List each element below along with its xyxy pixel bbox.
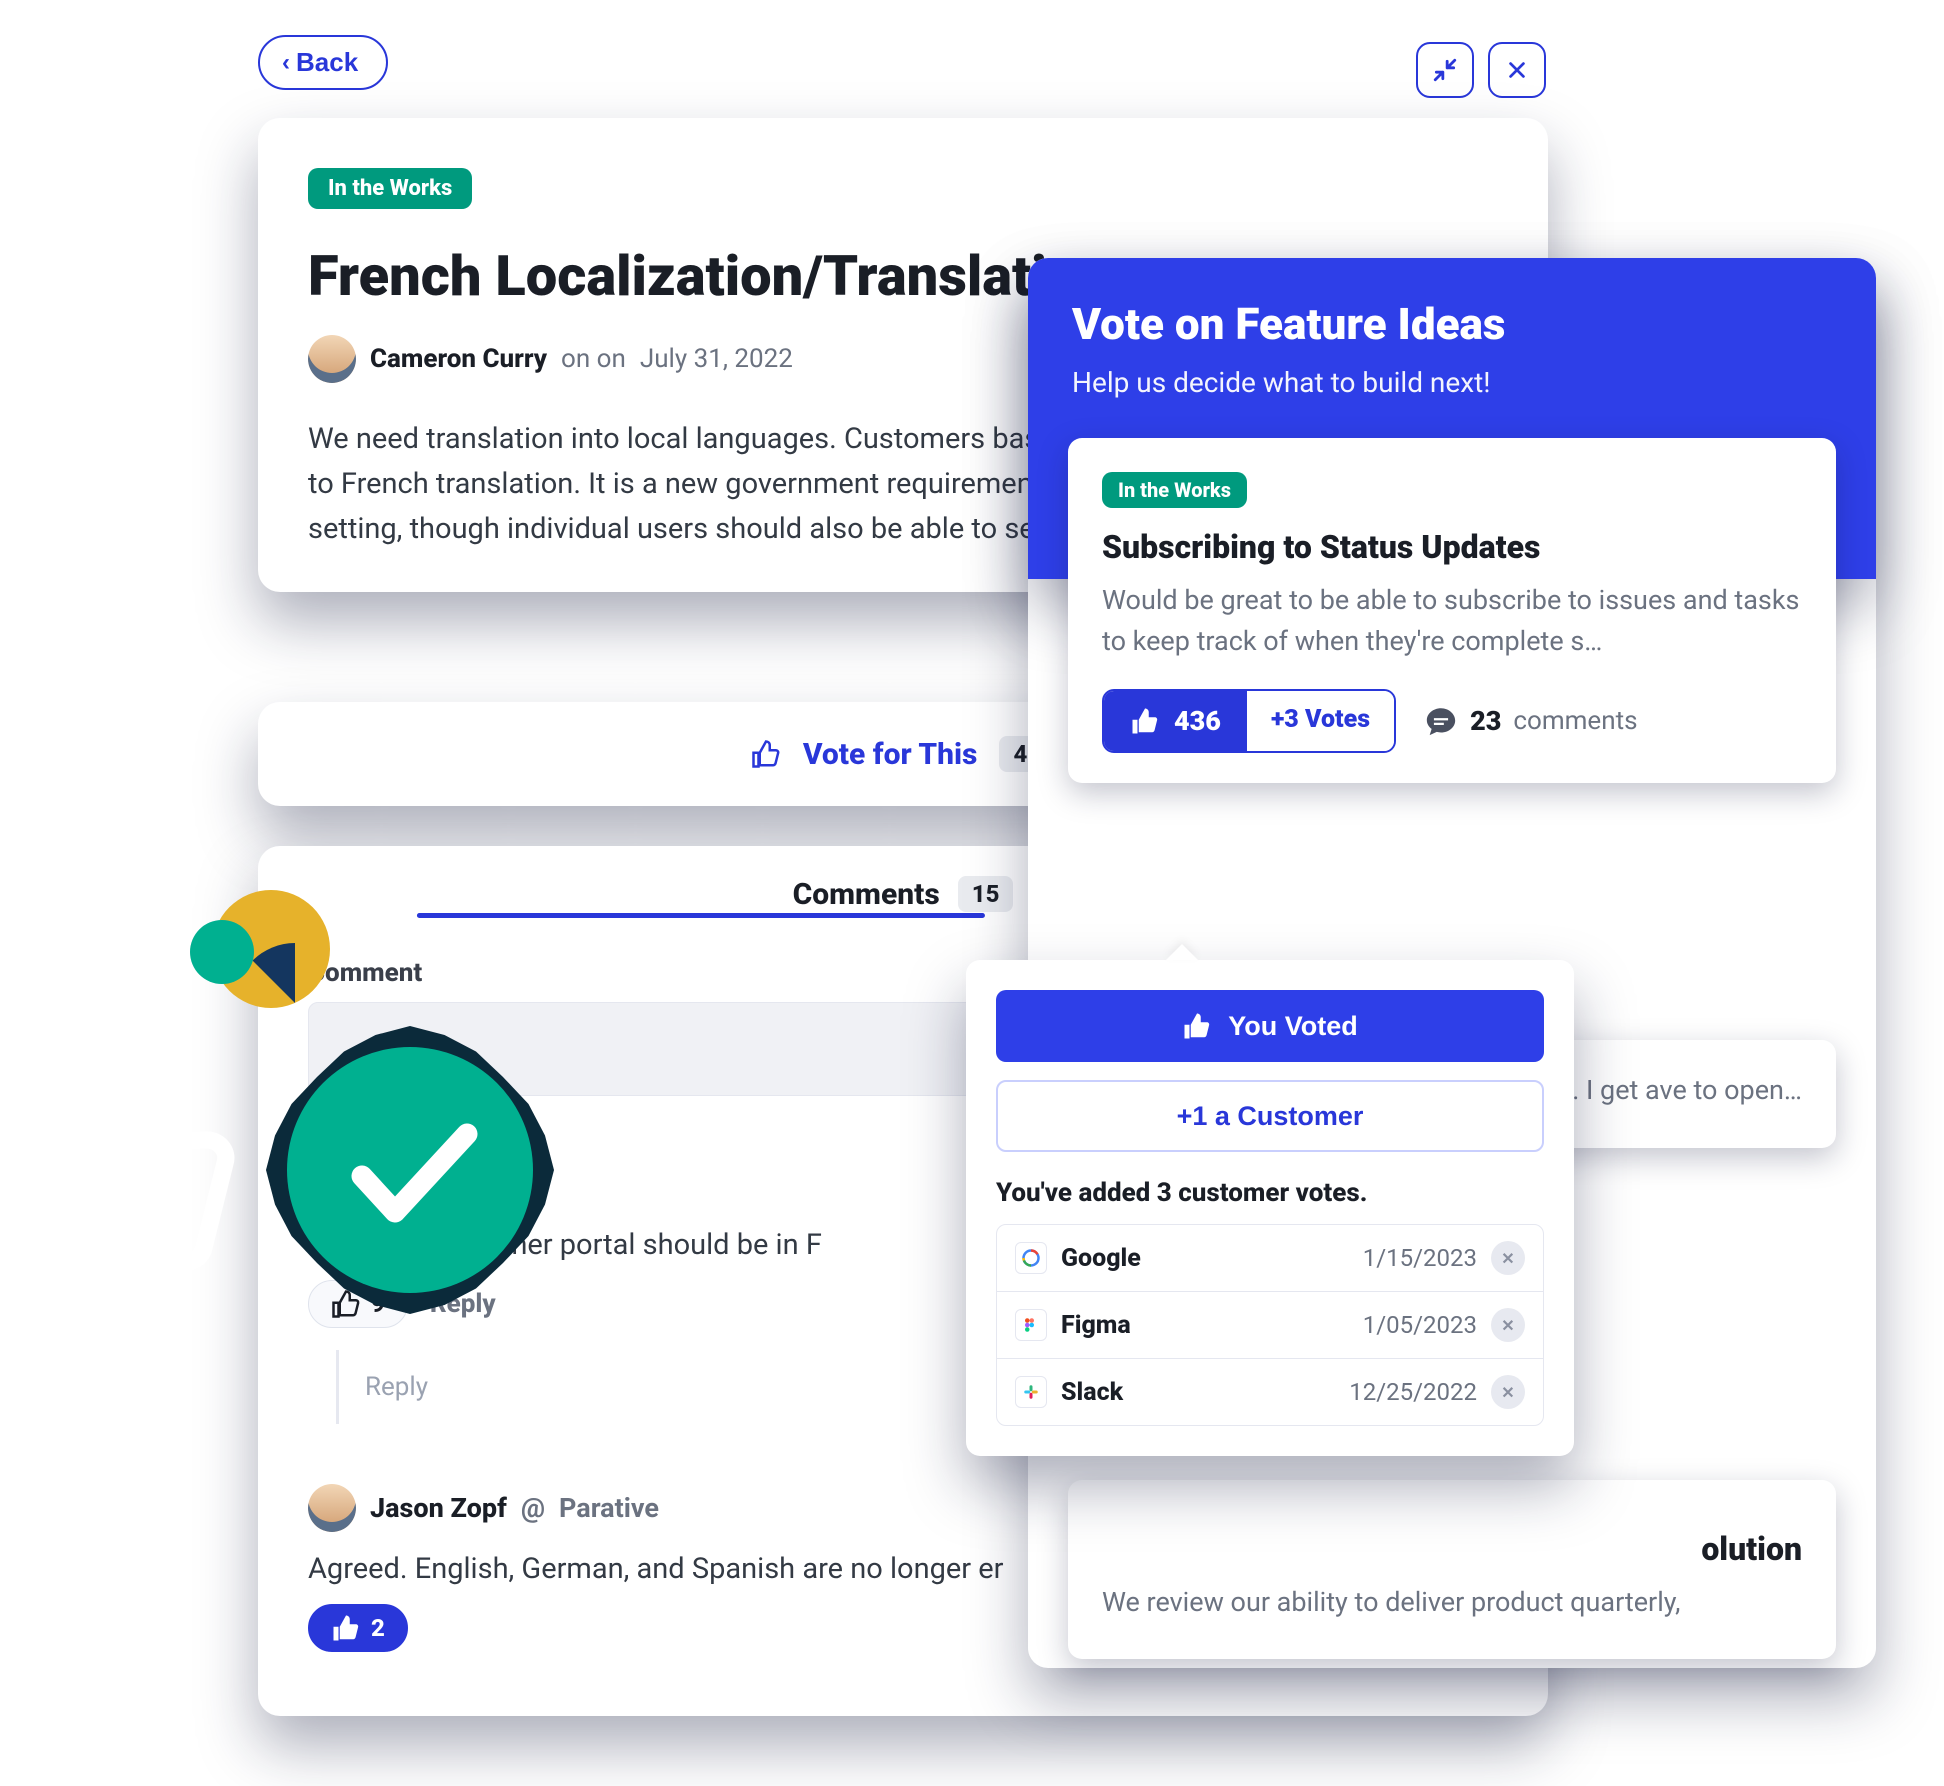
- customer-name: Google: [1061, 1244, 1141, 1273]
- status-badge: In the Works: [308, 168, 472, 209]
- back-label: Back: [296, 47, 358, 78]
- idea-card-body: Would be great to be able to subscribe t…: [1102, 580, 1802, 661]
- customer-vote-row: Google 1/15/2023 ✕: [997, 1225, 1543, 1291]
- commenter-name: Jason Zopf: [370, 1492, 507, 1524]
- close-panel-button[interactable]: [1488, 42, 1546, 98]
- at-symbol: @: [521, 1492, 545, 1524]
- vote-bar-label: Vote for This: [803, 737, 978, 772]
- idea-card[interactable]: In the Works Subscribing to Status Updat…: [1068, 438, 1836, 783]
- customer-vote-row: Slack 12/25/2022 ✕: [997, 1358, 1543, 1425]
- vote-count-button[interactable]: 436: [1104, 691, 1247, 751]
- customer-vote-date: 1/15/2023: [1363, 1244, 1477, 1272]
- thumb-up-icon: [331, 1613, 361, 1643]
- customer-name: Slack: [1061, 1378, 1123, 1407]
- author-date: July 31, 2022: [640, 344, 793, 374]
- remove-customer-button[interactable]: ✕: [1491, 1375, 1525, 1409]
- vote-count: 436: [1174, 705, 1221, 737]
- company-logo-icon: [1015, 1309, 1047, 1341]
- popover-note: You've added 3 customer votes.: [996, 1178, 1544, 1208]
- customer-vote-date: 1/05/2023: [1363, 1311, 1477, 1339]
- collapse-button[interactable]: [1416, 42, 1474, 98]
- remove-customer-button[interactable]: ✕: [1491, 1241, 1525, 1275]
- commenter-org: Parative: [559, 1492, 659, 1524]
- like-button[interactable]: 2: [308, 1604, 408, 1652]
- tab-underline: [417, 913, 985, 918]
- status-badge: In the Works: [1102, 472, 1247, 508]
- plus-votes-button[interactable]: +3 Votes: [1247, 691, 1394, 751]
- comments-tab-label: Comments: [793, 877, 940, 912]
- add-customer-button[interactable]: +1 a Customer: [996, 1080, 1544, 1152]
- customer-name: Figma: [1061, 1311, 1131, 1340]
- chevron-left-icon: ‹: [282, 49, 290, 77]
- author-date-prefix: on on: [561, 344, 626, 374]
- back-button[interactable]: ‹ Back: [258, 35, 388, 90]
- vote-popover: You Voted +1 a Customer You've added 3 c…: [966, 960, 1574, 1456]
- avatar: [308, 1484, 356, 1532]
- avatar: [308, 335, 356, 383]
- idea-comments-link[interactable]: 23 comments: [1424, 704, 1637, 738]
- customer-vote-row: Figma 1/05/2023 ✕: [997, 1291, 1543, 1358]
- you-voted-label: You Voted: [1228, 1011, 1358, 1042]
- verified-seal-icon: [260, 1020, 560, 1320]
- feature-ideas-panel: Vote on Feature Ideas Help us decide wha…: [1028, 258, 1876, 579]
- close-icon: [1506, 59, 1528, 81]
- vote-combo[interactable]: 436 +3 Votes: [1102, 689, 1396, 753]
- idea-card-title: olution: [1102, 1530, 1802, 1568]
- idea-card[interactable]: olution We review our ability to deliver…: [1068, 1480, 1836, 1659]
- idea-comments-word: comments: [1513, 706, 1637, 736]
- company-logo-icon: [1015, 1376, 1047, 1408]
- idea-card-title: Subscribing to Status Updates: [1102, 528, 1802, 566]
- author-name: Cameron Curry: [370, 344, 547, 374]
- you-voted-button[interactable]: You Voted: [996, 990, 1544, 1062]
- thumb-up-icon: [1130, 706, 1160, 736]
- customer-vote-date: 12/25/2022: [1349, 1378, 1477, 1406]
- like-count: 2: [371, 1614, 385, 1642]
- idea-comments-count: 23: [1470, 705, 1501, 737]
- thumbs-up-illustration-icon: [18, 1052, 248, 1282]
- comments-tab-count: 15: [958, 876, 1014, 912]
- thumb-up-icon: [751, 739, 781, 769]
- decorative-dot-icon: [190, 920, 254, 984]
- customer-vote-list: Google 1/15/2023 ✕ Figma 1/05/2023 ✕ Sla…: [996, 1224, 1544, 1426]
- thumb-up-icon: [1182, 1011, 1212, 1041]
- feature-ideas-subtitle: Help us decide what to build next!: [1072, 366, 1832, 399]
- company-logo-icon: [1015, 1242, 1047, 1274]
- idea-card-body: We review our ability to deliver product…: [1102, 1582, 1802, 1623]
- feature-ideas-title: Vote on Feature Ideas: [1072, 298, 1832, 350]
- speech-bubble-icon: [1424, 704, 1458, 738]
- remove-customer-button[interactable]: ✕: [1491, 1308, 1525, 1342]
- shrink-icon: [1432, 57, 1458, 83]
